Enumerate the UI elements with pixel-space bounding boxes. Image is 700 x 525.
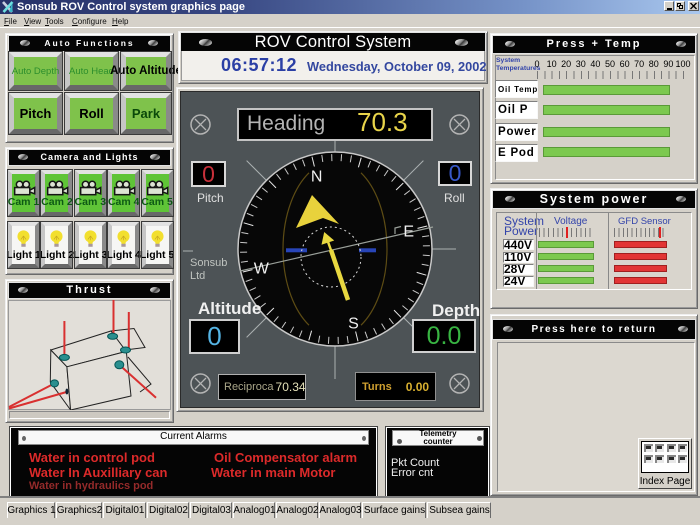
svg-text:E: E [403, 224, 414, 241]
svg-text:Sonsub: Sonsub [190, 257, 227, 269]
svg-text:N: N [311, 168, 323, 185]
svg-text:S: S [348, 316, 359, 333]
svg-text:Ltd: Ltd [190, 270, 205, 282]
svg-text:W: W [254, 260, 270, 277]
